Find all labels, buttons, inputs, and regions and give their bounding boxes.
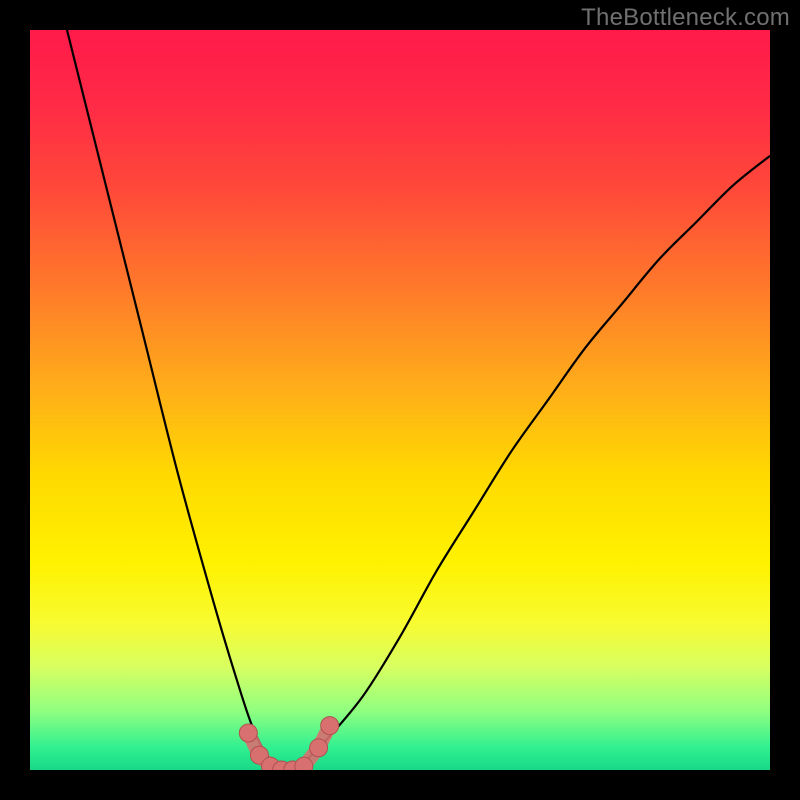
- valley-marker: [295, 757, 313, 770]
- chart-svg: [30, 30, 770, 770]
- valley-marker: [239, 724, 257, 742]
- plot-area: [30, 30, 770, 770]
- watermark-text: TheBottleneck.com: [581, 4, 790, 32]
- heat-gradient-bg: [30, 30, 770, 770]
- valley-marker: [321, 717, 339, 735]
- valley-marker: [310, 739, 328, 757]
- outer-frame: TheBottleneck.com: [0, 0, 800, 800]
